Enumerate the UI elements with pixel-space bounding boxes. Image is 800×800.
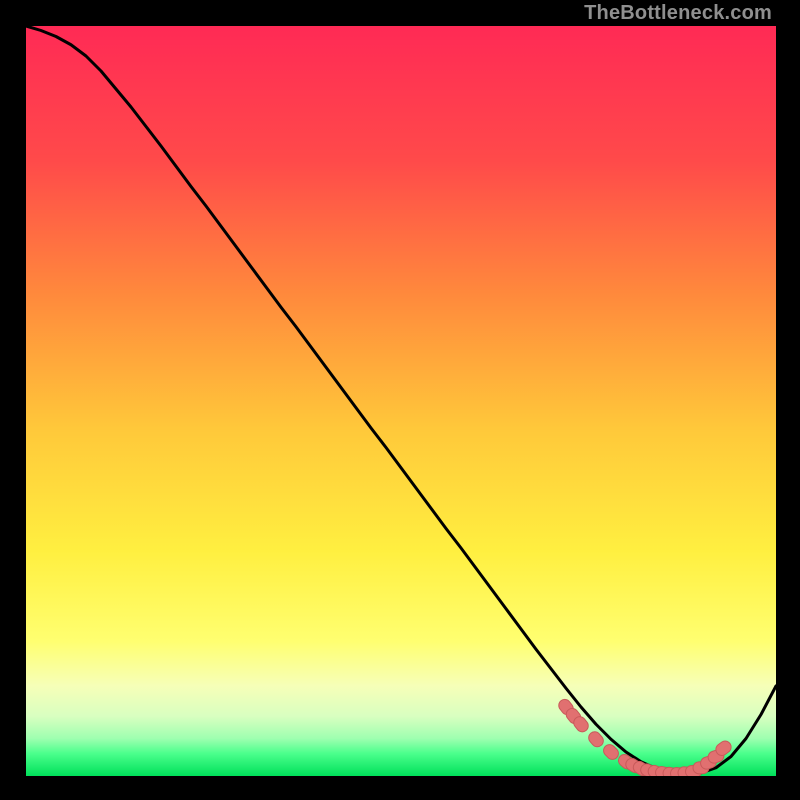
gradient-background (26, 26, 776, 776)
watermark-text: TheBottleneck.com (584, 2, 772, 25)
chart-svg (26, 26, 776, 776)
outer-frame: TheBottleneck.com (0, 0, 800, 800)
chart-plot-area (26, 26, 776, 776)
